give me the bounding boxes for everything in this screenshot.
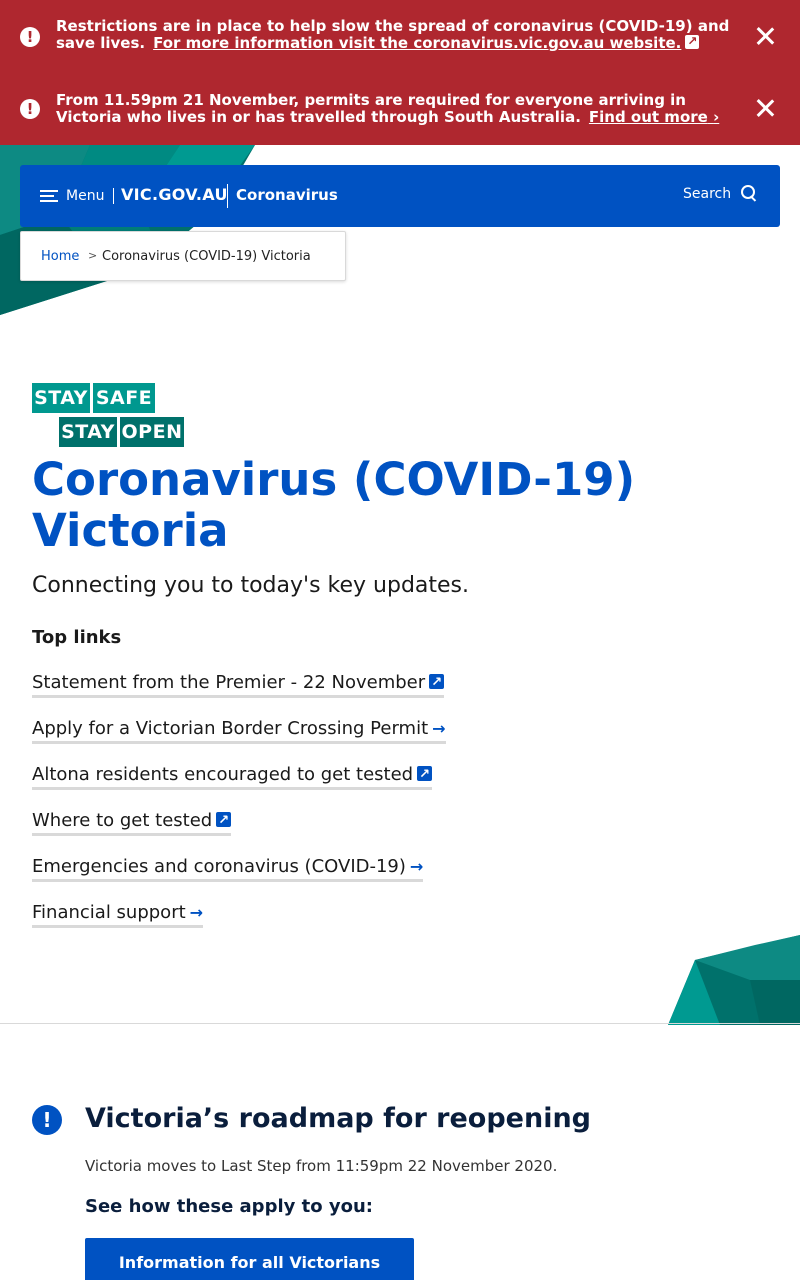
- list-item: Apply for a Victorian Border Crossing Pe…: [32, 718, 446, 764]
- top-link[interactable]: Statement from the Premier - 22 November: [32, 672, 445, 698]
- logo-word: OPEN: [120, 417, 184, 447]
- breadcrumb-current: Coronavirus (COVID-19) Victoria: [102, 249, 311, 264]
- nav-divider: [113, 188, 114, 204]
- breadcrumb: Home > Coronavirus (COVID-19) Victoria: [20, 231, 346, 281]
- top-link[interactable]: Financial support →: [32, 902, 204, 928]
- menu-button[interactable]: Menu: [40, 186, 104, 206]
- alert-link[interactable]: For more information visit the coronavir…: [153, 33, 700, 52]
- logo-word: STAY: [32, 383, 90, 413]
- top-link[interactable]: Altona residents encouraged to get teste…: [32, 764, 433, 790]
- alert-icon: [20, 99, 40, 119]
- top-link[interactable]: Apply for a Victorian Border Crossing Pe…: [32, 718, 446, 744]
- roadmap-title: Victoria’s roadmap for reopening: [85, 1103, 591, 1134]
- search-label: Search: [683, 186, 732, 202]
- close-icon[interactable]: [752, 95, 778, 121]
- top-links-list: Statement from the Premier - 22 November…: [32, 672, 446, 948]
- page-intro: Connecting you to today's key updates.: [32, 573, 470, 598]
- alert-icon: [20, 27, 40, 47]
- top-link[interactable]: Where to get tested: [32, 810, 232, 836]
- search-button[interactable]: Search: [683, 185, 759, 203]
- list-item: Altona residents encouraged to get teste…: [32, 764, 446, 810]
- vic-gov-au-logo[interactable]: VIC.GOV.AU: [121, 185, 228, 204]
- site-name-link[interactable]: Coronavirus: [236, 186, 338, 204]
- roadmap-text: Victoria moves to Last Step from 11:59pm…: [85, 1157, 558, 1175]
- find-out-more-link[interactable]: Find out more ›: [589, 108, 719, 126]
- roadmap-subheading: See how these apply to you:: [85, 1196, 373, 1217]
- top-link[interactable]: Emergencies and coronavirus (COVID-19) →: [32, 856, 424, 882]
- close-icon[interactable]: [752, 23, 778, 49]
- alert-banners: Restrictions are in place to help slow t…: [0, 0, 800, 145]
- chevron-right-icon: ›: [713, 108, 720, 126]
- external-link-icon: [216, 810, 232, 831]
- section-divider: [0, 1023, 800, 1024]
- breadcrumb-home-link[interactable]: Home: [41, 249, 79, 264]
- external-link-icon: [685, 33, 700, 50]
- information-for-all-victorians-button[interactable]: Information for all Victorians: [85, 1238, 414, 1280]
- alert-icon: [32, 1105, 62, 1135]
- decorative-shapes-bottom: [668, 935, 800, 1025]
- menu-label: Menu: [66, 188, 105, 204]
- search-icon: [741, 185, 759, 203]
- hamburger-icon: [40, 189, 58, 203]
- nav-divider: [227, 184, 228, 208]
- arrow-right-icon: →: [432, 719, 446, 738]
- breadcrumb-separator: >: [88, 249, 98, 262]
- list-item: Financial support →: [32, 902, 446, 948]
- stay-safe-stay-open-logo: STAY SAFE STAY OPEN: [32, 383, 184, 447]
- external-link-icon: [429, 672, 445, 693]
- logo-word: STAY: [59, 417, 117, 447]
- list-item: Emergencies and coronavirus (COVID-19) →: [32, 856, 446, 902]
- list-item: Statement from the Premier - 22 November: [32, 672, 446, 718]
- main-navbar: Menu VIC.GOV.AU Coronavirus Search: [20, 165, 780, 227]
- logo-word: SAFE: [93, 383, 155, 413]
- list-item: Where to get tested: [32, 810, 446, 856]
- arrow-right-icon: →: [189, 903, 204, 922]
- arrow-right-icon: →: [409, 857, 424, 876]
- top-links-heading: Top links: [32, 627, 122, 648]
- external-link-icon: [417, 764, 433, 785]
- page-title: Coronavirus (COVID-19) Victoria: [32, 453, 636, 557]
